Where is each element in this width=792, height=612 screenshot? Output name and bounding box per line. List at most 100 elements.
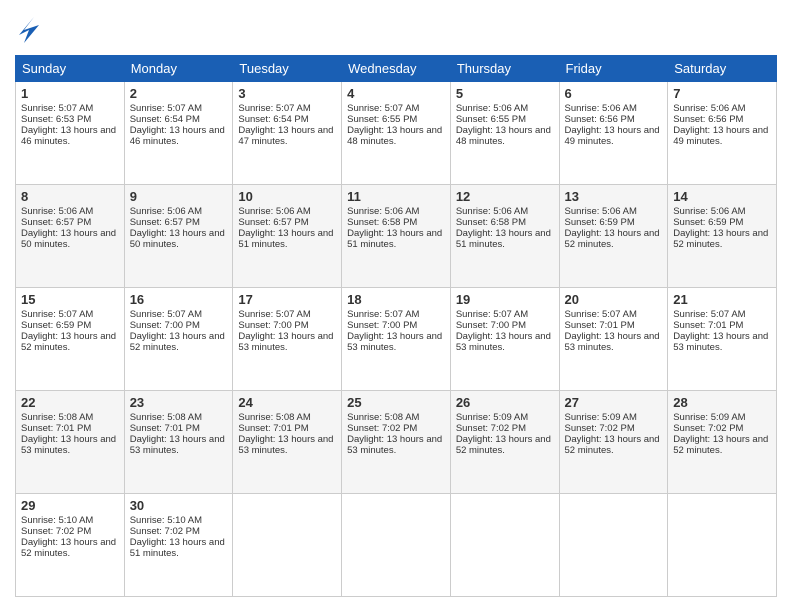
calendar-cell: 19Sunrise: 5:07 AMSunset: 7:00 PMDayligh…: [450, 288, 559, 391]
day-number: 18: [347, 292, 445, 307]
sunset: Sunset: 7:02 PM: [347, 423, 417, 434]
sunset: Sunset: 6:56 PM: [673, 114, 743, 125]
sunset: Sunset: 7:01 PM: [21, 423, 91, 434]
daylight: Daylight: 13 hours and 51 minutes.: [456, 228, 551, 250]
sunrise: Sunrise: 5:06 AM: [130, 206, 202, 217]
sunset: Sunset: 7:00 PM: [347, 320, 417, 331]
sunrise: Sunrise: 5:07 AM: [130, 103, 202, 114]
sunrise: Sunrise: 5:08 AM: [130, 412, 202, 423]
sunrise: Sunrise: 5:06 AM: [673, 206, 745, 217]
sunset: Sunset: 6:55 PM: [456, 114, 526, 125]
day-number: 14: [673, 189, 771, 204]
calendar-cell: 27Sunrise: 5:09 AMSunset: 7:02 PMDayligh…: [559, 391, 668, 494]
day-number: 25: [347, 395, 445, 410]
daylight: Daylight: 13 hours and 51 minutes.: [238, 228, 333, 250]
sunset: Sunset: 7:01 PM: [130, 423, 200, 434]
day-number: 28: [673, 395, 771, 410]
sunrise: Sunrise: 5:07 AM: [238, 103, 310, 114]
sunrise: Sunrise: 5:06 AM: [673, 103, 745, 114]
day-number: 22: [21, 395, 119, 410]
calendar-cell: [559, 494, 668, 597]
daylight: Daylight: 13 hours and 53 minutes.: [456, 331, 551, 353]
calendar-cell: [233, 494, 342, 597]
sunset: Sunset: 6:57 PM: [21, 217, 91, 228]
daylight: Daylight: 13 hours and 52 minutes.: [21, 331, 116, 353]
calendar-cell: 12Sunrise: 5:06 AMSunset: 6:58 PMDayligh…: [450, 185, 559, 288]
calendar-cell: 29Sunrise: 5:10 AMSunset: 7:02 PMDayligh…: [16, 494, 125, 597]
day-number: 11: [347, 189, 445, 204]
calendar-cell: 1Sunrise: 5:07 AMSunset: 6:53 PMDaylight…: [16, 82, 125, 185]
sunrise: Sunrise: 5:07 AM: [347, 309, 419, 320]
sunset: Sunset: 7:02 PM: [673, 423, 743, 434]
sunset: Sunset: 6:54 PM: [238, 114, 308, 125]
sunrise: Sunrise: 5:07 AM: [456, 309, 528, 320]
sunrise: Sunrise: 5:07 AM: [565, 309, 637, 320]
sunset: Sunset: 7:00 PM: [238, 320, 308, 331]
calendar-cell: 6Sunrise: 5:06 AMSunset: 6:56 PMDaylight…: [559, 82, 668, 185]
weekday-header: Wednesday: [342, 56, 451, 82]
calendar-cell: 8Sunrise: 5:06 AMSunset: 6:57 PMDaylight…: [16, 185, 125, 288]
daylight: Daylight: 13 hours and 46 minutes.: [21, 125, 116, 147]
sunrise: Sunrise: 5:07 AM: [673, 309, 745, 320]
daylight: Daylight: 13 hours and 53 minutes.: [21, 434, 116, 456]
calendar-cell: 5Sunrise: 5:06 AMSunset: 6:55 PMDaylight…: [450, 82, 559, 185]
calendar-cell: 22 Sunrise: 5:08 AMSunset: 7:01 PMDayligh…: [16, 391, 125, 494]
sunset: Sunset: 7:01 PM: [565, 320, 635, 331]
day-number: 21: [673, 292, 771, 307]
sunset: Sunset: 7:02 PM: [565, 423, 635, 434]
logo-icon: [19, 15, 39, 45]
sunset: Sunset: 6:59 PM: [673, 217, 743, 228]
weekday-header: Friday: [559, 56, 668, 82]
daylight: Daylight: 13 hours and 48 minutes.: [347, 125, 442, 147]
day-number: 24: [238, 395, 336, 410]
day-number: 5: [456, 86, 554, 101]
sunrise: Sunrise: 5:10 AM: [21, 515, 93, 526]
sunrise: Sunrise: 5:06 AM: [238, 206, 310, 217]
sunset: Sunset: 7:00 PM: [456, 320, 526, 331]
sunset: Sunset: 7:00 PM: [130, 320, 200, 331]
calendar-cell: 24Sunrise: 5:08 AMSunset: 7:01 PMDayligh…: [233, 391, 342, 494]
sunset: Sunset: 6:55 PM: [347, 114, 417, 125]
daylight: Daylight: 13 hours and 50 minutes.: [21, 228, 116, 250]
day-number: 2: [130, 86, 228, 101]
calendar-cell: 10Sunrise: 5:06 AMSunset: 6:57 PMDayligh…: [233, 185, 342, 288]
calendar-cell: 14Sunrise: 5:06 AMSunset: 6:59 PMDayligh…: [668, 185, 777, 288]
calendar-cell: 20Sunrise: 5:07 AMSunset: 7:01 PMDayligh…: [559, 288, 668, 391]
daylight: Daylight: 13 hours and 49 minutes.: [673, 125, 768, 147]
sunrise: Sunrise: 5:07 AM: [21, 103, 93, 114]
sunrise: Sunrise: 5:08 AM: [21, 412, 93, 423]
sunrise: Sunrise: 5:08 AM: [347, 412, 419, 423]
daylight: Daylight: 13 hours and 53 minutes.: [347, 331, 442, 353]
daylight: Daylight: 13 hours and 53 minutes.: [238, 434, 333, 456]
sunset: Sunset: 6:57 PM: [238, 217, 308, 228]
sunrise: Sunrise: 5:06 AM: [456, 206, 528, 217]
daylight: Daylight: 13 hours and 52 minutes.: [456, 434, 551, 456]
daylight: Daylight: 13 hours and 52 minutes.: [21, 537, 116, 559]
sunrise: Sunrise: 5:09 AM: [565, 412, 637, 423]
sunset: Sunset: 7:01 PM: [238, 423, 308, 434]
day-number: 9: [130, 189, 228, 204]
day-number: 7: [673, 86, 771, 101]
sunrise: Sunrise: 5:06 AM: [21, 206, 93, 217]
weekday-header: Thursday: [450, 56, 559, 82]
weekday-header: Tuesday: [233, 56, 342, 82]
sunrise: Sunrise: 5:10 AM: [130, 515, 202, 526]
sunrise: Sunrise: 5:07 AM: [238, 309, 310, 320]
sunset: Sunset: 7:02 PM: [130, 526, 200, 537]
sunrise: Sunrise: 5:06 AM: [565, 206, 637, 217]
calendar-cell: 4Sunrise: 5:07 AMSunset: 6:55 PMDaylight…: [342, 82, 451, 185]
calendar-cell: 3Sunrise: 5:07 AMSunset: 6:54 PMDaylight…: [233, 82, 342, 185]
day-number: 29: [21, 498, 119, 513]
page: SundayMondayTuesdayWednesdayThursdayFrid…: [0, 0, 792, 612]
calendar-cell: [450, 494, 559, 597]
sunset: Sunset: 7:01 PM: [673, 320, 743, 331]
day-number: 20: [565, 292, 663, 307]
calendar-cell: 7 Sunrise: 5:06 AMSunset: 6:56 PMDaylight…: [668, 82, 777, 185]
daylight: Daylight: 13 hours and 51 minutes.: [130, 537, 225, 559]
sunrise: Sunrise: 5:06 AM: [565, 103, 637, 114]
sunrise: Sunrise: 5:07 AM: [21, 309, 93, 320]
calendar-cell: [342, 494, 451, 597]
header: [15, 15, 777, 45]
daylight: Daylight: 13 hours and 50 minutes.: [130, 228, 225, 250]
sunrise: Sunrise: 5:06 AM: [347, 206, 419, 217]
